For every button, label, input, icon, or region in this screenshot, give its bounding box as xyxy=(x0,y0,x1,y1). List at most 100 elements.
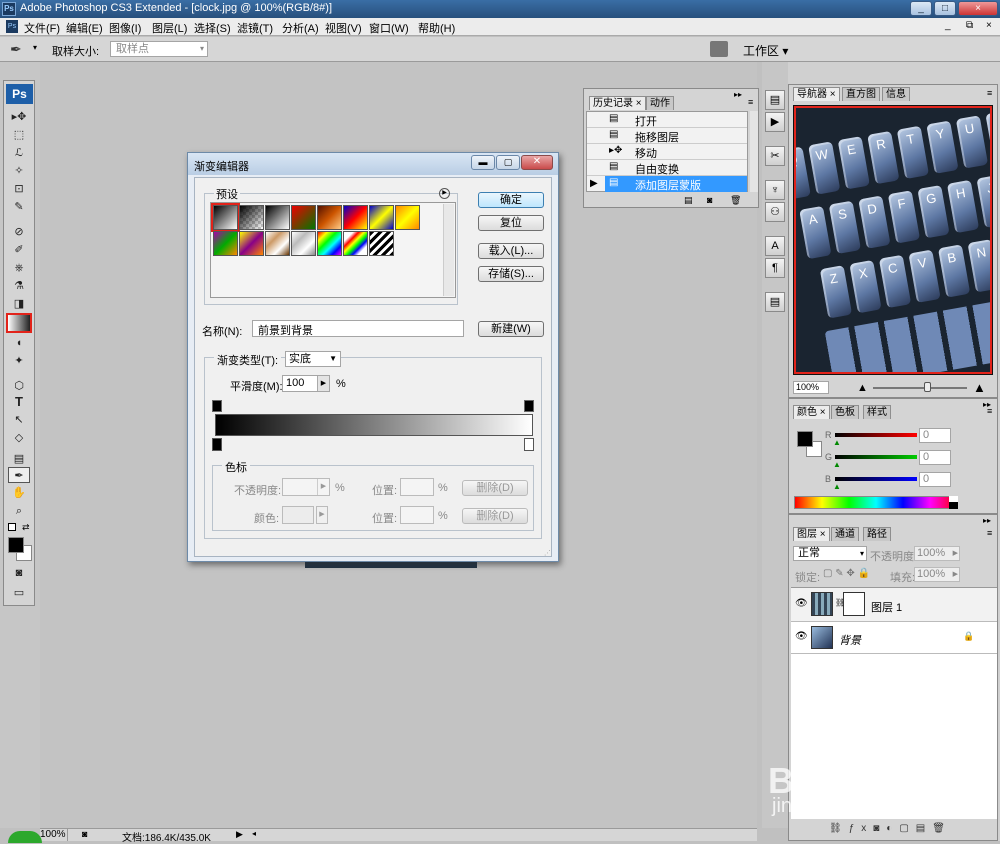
trash-icon[interactable]: 🗑 xyxy=(730,195,741,206)
tab-layers[interactable]: 图层 × xyxy=(793,527,830,541)
spectrum-ramp[interactable] xyxy=(794,496,958,509)
view-box[interactable] xyxy=(794,106,992,374)
tab-actions[interactable]: 动作 xyxy=(646,96,674,110)
gradient-preview-bar[interactable] xyxy=(215,414,533,436)
layer-comps-icon[interactable]: ▤ xyxy=(765,292,785,312)
panel-menu-icon[interactable]: ≡ xyxy=(987,528,992,538)
panel-collapse-icon[interactable]: ▸▸ xyxy=(983,516,991,525)
ps-logo-button[interactable]: Ps xyxy=(6,84,33,104)
eye-icon[interactable]: 👁 xyxy=(795,598,808,609)
preset-chrome[interactable] xyxy=(291,231,316,256)
healing-brush-icon[interactable]: ⊘ xyxy=(8,224,30,240)
stop-color-swatch[interactable] xyxy=(282,506,314,524)
marquee-tool-icon[interactable]: ⬚ xyxy=(8,127,30,143)
doc-restore-button[interactable]: ⧉ xyxy=(966,20,973,31)
opacity-stop-right[interactable] xyxy=(524,400,534,412)
chevron-down-icon[interactable]: ▾ xyxy=(33,43,37,52)
new-button[interactable]: 新建(W) xyxy=(478,321,544,337)
b-value-input[interactable]: 0 xyxy=(919,472,951,487)
r-slider-thumb[interactable]: ▲ xyxy=(833,438,841,447)
slice-tool-icon[interactable]: ✎ xyxy=(8,199,30,215)
zoom-tool-icon[interactable]: ⌕ xyxy=(8,503,30,519)
default-colors-icon[interactable] xyxy=(8,523,16,531)
layer-opacity-input[interactable]: 100% ▶ xyxy=(914,546,960,561)
zoom-slider[interactable] xyxy=(873,382,967,392)
path-selection-icon[interactable]: ↖ xyxy=(8,412,30,428)
document-icon[interactable]: Ps xyxy=(6,20,18,33)
preset-black-white[interactable] xyxy=(265,205,290,230)
fg-color-swatch[interactable] xyxy=(797,431,813,447)
spectrum-black[interactable] xyxy=(949,502,958,509)
eyedropper-icon[interactable]: ✒ xyxy=(10,41,22,58)
presets-menu-icon[interactable]: ▶ xyxy=(439,188,450,199)
chevron-right-icon[interactable]: ▶ xyxy=(316,506,328,524)
status-icon[interactable]: ◙ xyxy=(82,829,87,839)
list-item-selected[interactable]: ▤ 添加图层蒙版 xyxy=(605,176,747,192)
smoothness-input[interactable]: 100 ▶ xyxy=(282,375,330,392)
menu-file[interactable]: 文件(F) xyxy=(24,20,60,36)
tab-navigator[interactable]: 导航器 × xyxy=(793,87,840,101)
foreground-color-swatch[interactable] xyxy=(8,537,24,553)
status-zoom[interactable]: 100% xyxy=(40,829,68,841)
preset-copper[interactable] xyxy=(317,205,342,230)
list-item[interactable]: ▤ 打开 xyxy=(587,112,747,128)
list-item[interactable]: ▸✥ 移动 xyxy=(587,144,747,160)
preset-transparent-rainbow[interactable] xyxy=(343,231,368,256)
pen-tool-icon[interactable]: ⬡ xyxy=(8,378,30,394)
tab-info[interactable]: 信息 xyxy=(882,87,910,101)
tab-styles[interactable]: 样式 xyxy=(863,405,891,419)
presets-scrollbar[interactable] xyxy=(443,204,454,296)
menu-filter[interactable]: 滤镜(T) xyxy=(237,20,273,36)
dialog-minimize-button[interactable]: ▬ xyxy=(471,155,495,170)
menu-image[interactable]: 图像(I) xyxy=(109,20,141,36)
opacity-stop-left[interactable] xyxy=(212,400,222,412)
eyedropper-tool-icon[interactable]: ✒ xyxy=(8,467,30,483)
history-panel-icon[interactable]: ▤ xyxy=(765,90,785,110)
status-menu-arrow-icon[interactable]: ▶ xyxy=(236,829,243,840)
clone-stamp-icon[interactable]: ⎈ xyxy=(8,260,30,276)
navigator-zoom-input[interactable]: 100% xyxy=(793,381,829,394)
zoom-slider-thumb[interactable] xyxy=(924,382,931,392)
menu-help[interactable]: 帮助(H) xyxy=(418,20,455,36)
dodge-tool-icon[interactable]: ✦ xyxy=(8,353,30,369)
menu-layer[interactable]: 图层(L) xyxy=(152,20,187,36)
eye-icon[interactable]: 👁 xyxy=(795,631,808,642)
brush-tool-icon[interactable]: ✐ xyxy=(8,242,30,258)
menu-edit[interactable]: 编辑(E) xyxy=(66,20,103,36)
history-brush-icon[interactable]: ⚗ xyxy=(8,278,30,294)
dialog-maximize-button[interactable]: ▢ xyxy=(496,155,520,170)
preset-red-green[interactable] xyxy=(291,205,316,230)
ok-button[interactable]: 确定 xyxy=(478,192,544,208)
new-snapshot-icon[interactable]: ◙ xyxy=(707,195,712,205)
tab-color[interactable]: 颜色 × xyxy=(793,405,830,419)
close-button[interactable]: × xyxy=(958,1,998,16)
eraser-tool-icon[interactable]: ◨ xyxy=(8,296,30,312)
magic-wand-tool-icon[interactable]: ✧ xyxy=(8,163,30,179)
preset-foreground-to-transparent[interactable] xyxy=(239,205,264,230)
screen-mode-icon[interactable]: ▭ xyxy=(8,585,30,601)
hand-tool-icon[interactable]: ✋ xyxy=(8,485,30,501)
paragraph-icon[interactable]: ¶ xyxy=(765,258,785,278)
dialog-close-button[interactable]: ✕ xyxy=(521,155,553,170)
quick-mask-icon[interactable]: ◙ xyxy=(8,565,30,581)
lock-icons[interactable]: ▢ ✎ ✥ 🔒 xyxy=(823,568,870,579)
shape-tool-icon[interactable]: ◇ xyxy=(8,430,30,446)
list-item[interactable]: ▤ 自由变换 xyxy=(587,160,747,176)
preset-orange-yellow[interactable] xyxy=(395,205,420,230)
doc-minimize-button[interactable]: _ xyxy=(945,20,951,31)
tab-history[interactable]: 历史记录 × xyxy=(589,96,646,110)
r-slider[interactable] xyxy=(835,433,917,437)
fill-input[interactable]: 100% ▶ xyxy=(914,567,960,582)
zoom-out-icon[interactable]: ▲ xyxy=(857,382,868,394)
preset-blue-red-yellow[interactable] xyxy=(343,205,368,230)
blend-mode-select[interactable]: 正常 ▾ xyxy=(793,546,867,561)
preset-foreground-to-background[interactable] xyxy=(211,203,240,232)
panel-menu-icon[interactable]: ≡ xyxy=(987,88,992,98)
tab-paths[interactable]: 路径 xyxy=(863,527,891,541)
menu-window[interactable]: 窗口(W) xyxy=(369,20,409,36)
tab-channels[interactable]: 通道 xyxy=(831,527,859,541)
panel-menu-icon[interactable]: ≡ xyxy=(987,406,992,416)
swap-colors-icon[interactable]: ⇄ xyxy=(22,522,30,533)
load-button[interactable]: 载入(L)... xyxy=(478,243,544,259)
tab-swatches[interactable]: 色板 xyxy=(831,405,859,419)
